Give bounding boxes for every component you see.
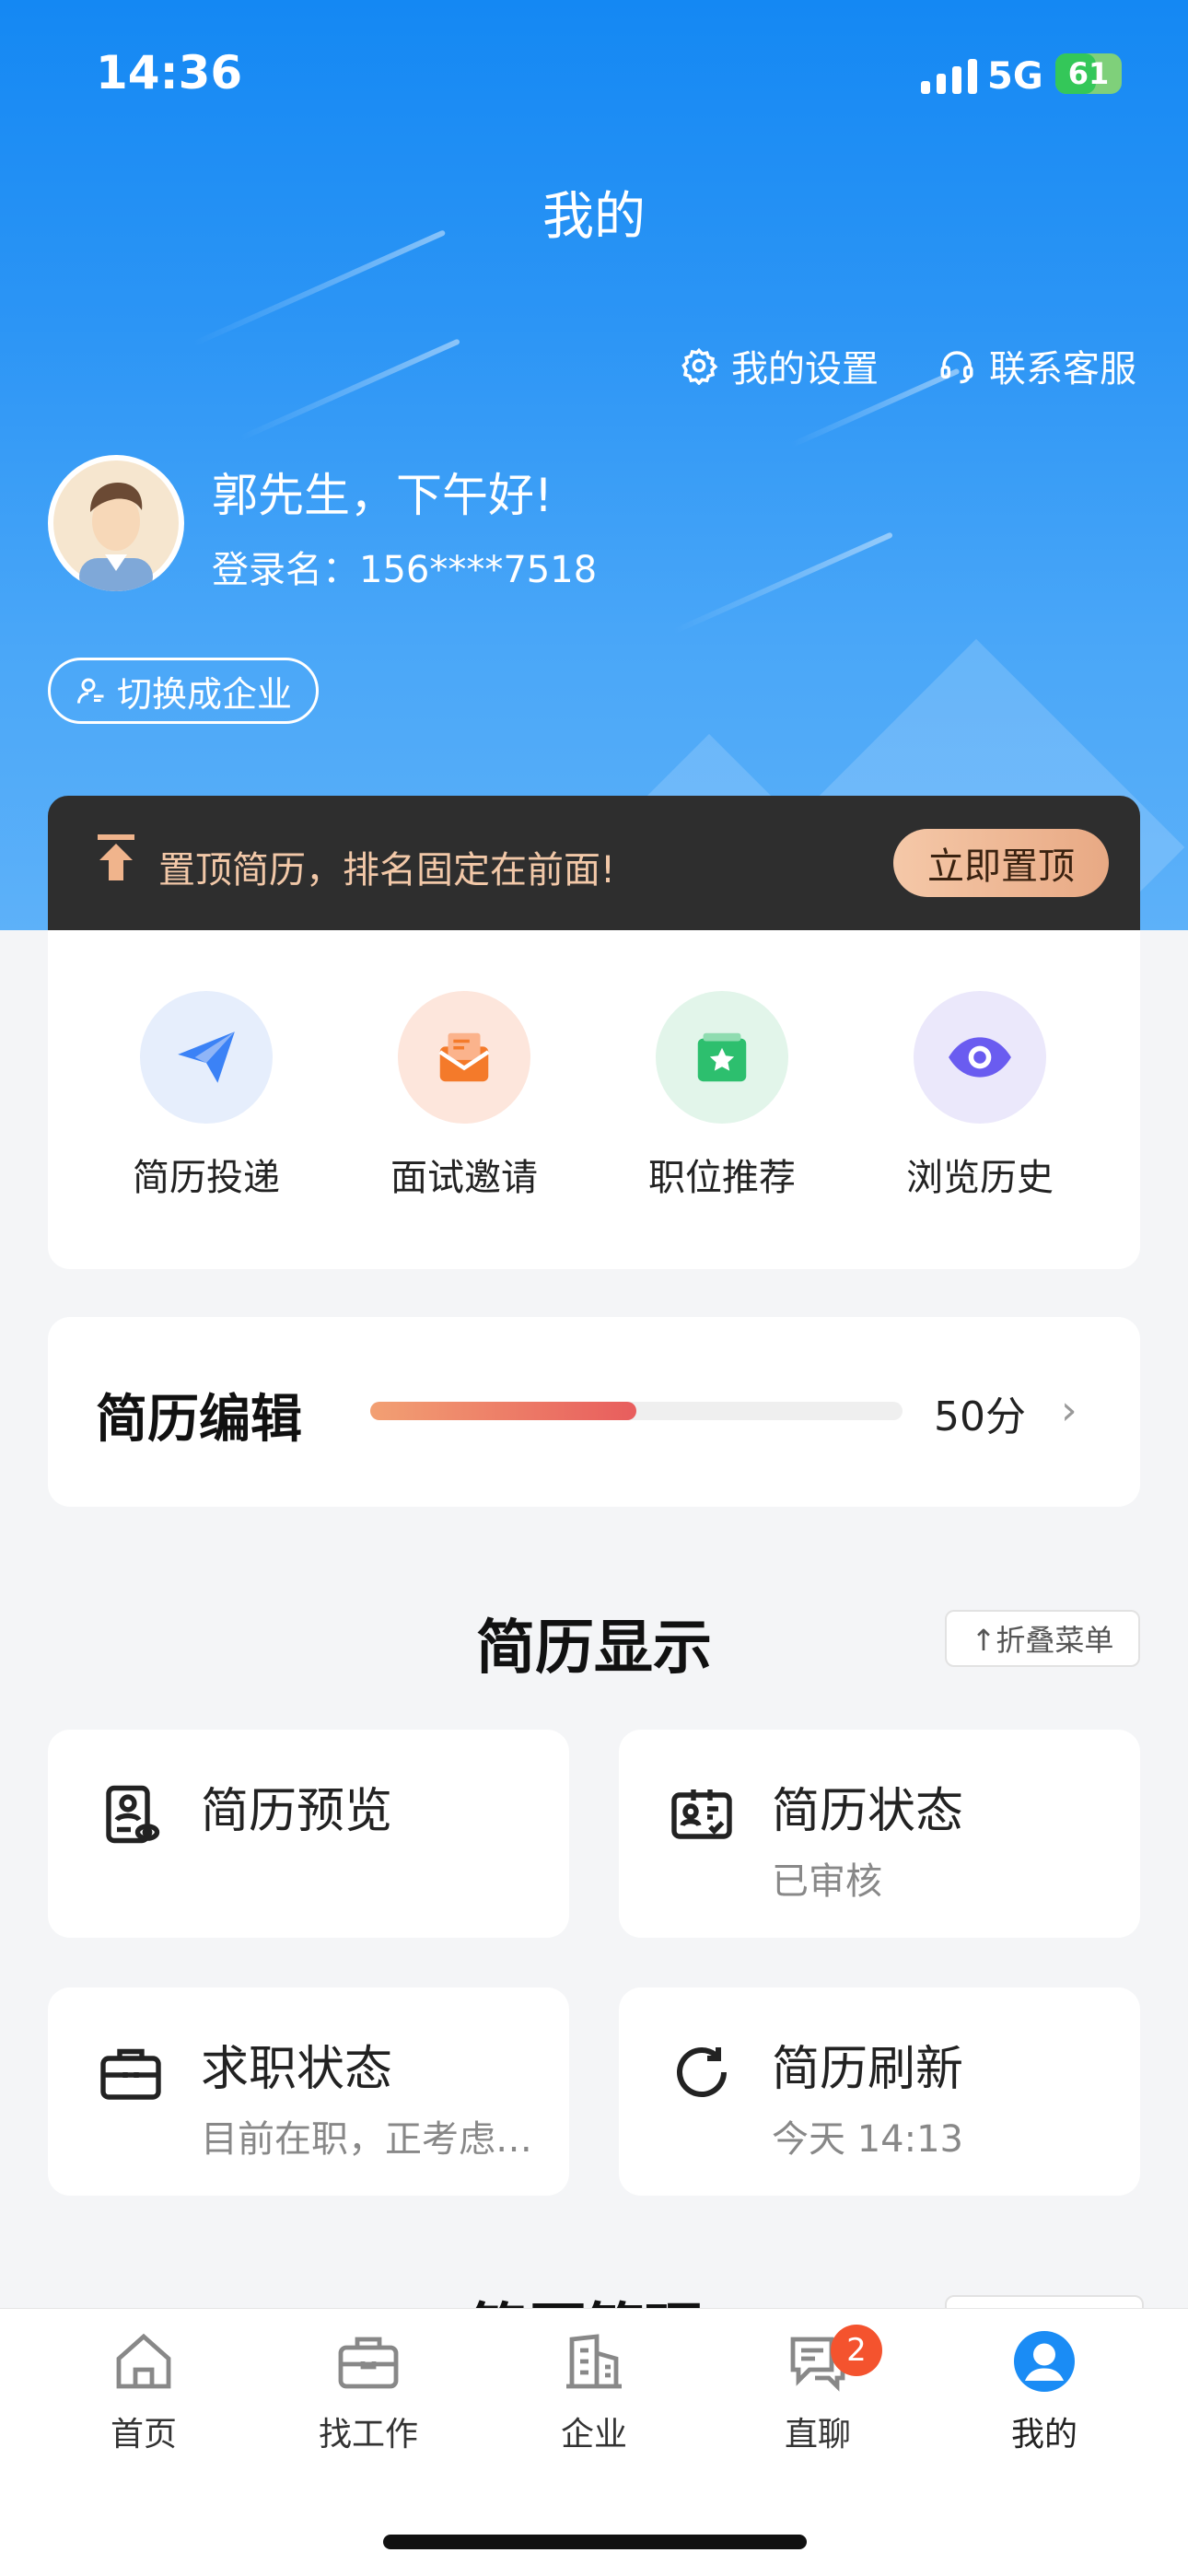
tab-home[interactable]: 首页 xyxy=(61,2328,227,2455)
quick-action-resume-delivery[interactable]: 简历投递 xyxy=(105,991,308,1201)
tile-subtitle: 今天 14:13 xyxy=(772,2118,963,2161)
briefcase-icon xyxy=(100,2048,161,2100)
status-time: 14:36 xyxy=(96,46,243,99)
avatar-illustration xyxy=(53,460,179,591)
tab-mine[interactable]: 我的 xyxy=(961,2328,1127,2455)
tab-find-job[interactable]: 找工作 xyxy=(285,2328,451,2455)
eye-icon xyxy=(914,991,1046,1124)
chevron-right-icon: › xyxy=(1061,1387,1077,1434)
battery-icon: 61 xyxy=(1055,53,1122,94)
tile-title: 简历刷新 xyxy=(772,2042,964,2097)
home-indicator[interactable] xyxy=(383,2535,807,2549)
quick-action-label: 浏览历史 xyxy=(906,1157,1054,1199)
battery-level: 61 xyxy=(1067,56,1110,91)
login-name: 登录名：156****7518 xyxy=(212,549,598,591)
tile-title: 求职状态 xyxy=(201,2042,393,2097)
progress-fill xyxy=(370,1402,636,1420)
tile-title: 简历状态 xyxy=(772,1784,964,1839)
tile-title: 简历预览 xyxy=(201,1784,393,1839)
headset-icon xyxy=(940,351,973,384)
resume-score-progress xyxy=(370,1402,903,1420)
unread-badge: 2 xyxy=(831,2325,882,2376)
tab-company[interactable]: 企业 xyxy=(511,2328,677,2455)
tab-label: 直聊 xyxy=(784,2416,851,2454)
quick-action-label: 面试邀请 xyxy=(390,1157,538,1199)
tile-resume-preview[interactable]: 简历预览 xyxy=(48,1730,569,1938)
quick-action-label: 职位推荐 xyxy=(648,1157,796,1199)
tab-label: 找工作 xyxy=(318,2416,418,2454)
tile-subtitle: 已审核 xyxy=(772,1860,882,1903)
greeting-text: 郭先生，下午好! xyxy=(212,469,553,522)
gear-icon xyxy=(681,347,718,385)
tile-resume-status[interactable]: 简历状态 已审核 xyxy=(619,1730,1140,1938)
resume-edit-title: 简历编辑 xyxy=(96,1390,302,1450)
resume-preview-icon xyxy=(106,1785,160,1844)
user-icon xyxy=(1014,2331,1075,2392)
paper-plane-icon xyxy=(140,991,273,1124)
briefcase-icon xyxy=(338,2337,399,2389)
tab-label: 我的 xyxy=(1010,2416,1077,2454)
user-switch-icon xyxy=(77,678,104,704)
network-type: 5G xyxy=(987,55,1043,98)
quick-action-browse-history[interactable]: 浏览历史 xyxy=(879,991,1081,1201)
profile-header xyxy=(0,0,1188,930)
tab-label: 首页 xyxy=(110,2416,177,2454)
pin-top-icon xyxy=(98,834,134,880)
tile-subtitle: 目前在职，正考虑… xyxy=(201,2118,532,2161)
avatar[interactable] xyxy=(48,455,184,591)
customer-service-button[interactable]: 联系客服 xyxy=(938,339,1136,392)
star-folder-icon xyxy=(656,991,788,1124)
tile-resume-refresh[interactable]: 简历刷新 今天 14:13 xyxy=(619,1987,1140,2196)
tile-job-status[interactable]: 求职状态 目前在职，正考虑… xyxy=(48,1987,569,2196)
settings-button[interactable]: 我的设置 xyxy=(680,339,879,392)
decor-line xyxy=(672,531,893,635)
switch-to-company-button[interactable]: 切换成企业 xyxy=(48,658,320,724)
signal-icon xyxy=(921,57,977,94)
quick-action-label: 简历投递 xyxy=(133,1157,280,1199)
home-icon xyxy=(116,2333,171,2389)
fold-menu-button[interactable]: ↑折叠菜单 xyxy=(945,1610,1140,1667)
quick-action-interview-invites[interactable]: 面试邀请 xyxy=(363,991,565,1201)
envelope-icon xyxy=(398,991,530,1124)
switch-label: 切换成企业 xyxy=(117,673,293,715)
decor-line xyxy=(239,338,460,441)
building-icon xyxy=(566,2334,622,2389)
promo-text: 置顶简历，排名固定在前面! xyxy=(158,849,616,892)
pin-now-button[interactable]: 立即置顶 xyxy=(893,829,1109,897)
quick-action-job-recommendations[interactable]: 职位推荐 xyxy=(621,991,823,1201)
tab-label: 企业 xyxy=(560,2416,627,2454)
page-title: 我的 xyxy=(542,187,646,247)
resume-score: 50分 xyxy=(934,1393,1026,1440)
service-label: 联系客服 xyxy=(989,348,1136,390)
id-card-check-icon xyxy=(671,1789,732,1839)
settings-label: 我的设置 xyxy=(731,348,879,390)
refresh-icon xyxy=(677,2047,727,2097)
